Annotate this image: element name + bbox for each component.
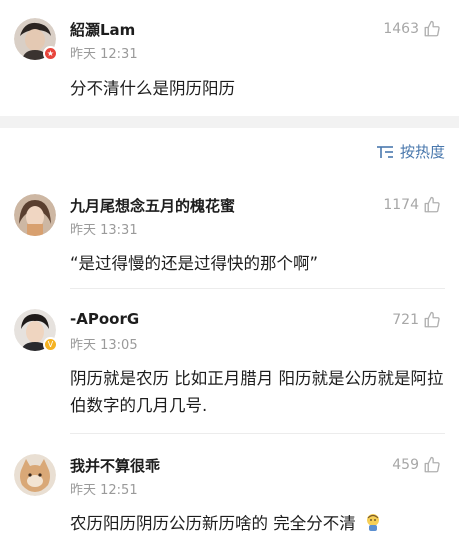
like-count: 459 <box>392 457 419 473</box>
username[interactable]: 九月尾想念五月的槐花蜜 <box>70 195 235 216</box>
avatar[interactable]: V <box>14 309 58 352</box>
divider <box>70 288 445 289</box>
divider <box>70 433 445 434</box>
avatar-image <box>14 194 56 236</box>
like-count: 1174 <box>383 197 419 213</box>
section-divider <box>0 116 459 128</box>
comment-text: 农历阳历阴历公历新历啥的 完全分不清 <box>70 510 445 537</box>
thumbs-up-icon <box>424 311 440 328</box>
thumbs-up-icon <box>424 456 440 473</box>
thumbs-up-icon <box>424 20 440 37</box>
avatar-image <box>14 454 56 496</box>
timestamp: 昨天 13:05 <box>70 338 138 353</box>
like-count: 1463 <box>383 21 419 37</box>
confused-emoji-icon <box>367 514 379 531</box>
thumbs-up-icon <box>424 196 440 213</box>
comment-text: 分不清什么是阴历阳历 <box>70 79 235 98</box>
comment-text: 阴历就是农历 比如正月腊月 阳历就是公历就是阿拉伯数字的几月几号. <box>70 369 444 415</box>
avatar[interactable] <box>14 454 56 496</box>
like-button[interactable]: 1174 <box>383 196 441 214</box>
username[interactable]: 我并不算很乖 <box>70 455 160 476</box>
list-item: 九月尾想念五月的槐花蜜 昨天 13:31 1174 “是过得慢的还是过得快的那个… <box>0 180 459 288</box>
like-count: 721 <box>392 312 419 328</box>
username[interactable]: -APoorG <box>70 310 139 328</box>
list-item: V -APoorG 昨天 13:05 721 阴历就是农历 比如正月腊月 阳历就… <box>0 295 459 433</box>
timestamp: 昨天 12:51 <box>70 483 138 498</box>
avatar[interactable] <box>14 194 56 236</box>
sort-button[interactable]: 按热度 <box>376 141 445 162</box>
comment-text-content: 农历阳历阴历公历新历啥的 完全分不清 <box>70 514 356 533</box>
avatar[interactable]: ★ <box>14 18 58 61</box>
sort-label: 按热度 <box>399 143 445 161</box>
verified-red-badge: ★ <box>43 46 58 61</box>
timestamp: 昨天 13:31 <box>70 223 138 238</box>
comment-text: “是过得慢的还是过得快的那个啊” <box>70 254 319 273</box>
top-comment: ★ 紹灝Lam 昨天 12:31 1463 分不清什么是阴历阳历 <box>0 0 459 116</box>
sort-icon <box>376 145 393 158</box>
like-button[interactable]: 721 <box>392 311 441 329</box>
list-item: 我并不算很乖 昨天 12:51 459 农历阳历阴历公历新历啥的 完全分不清 <box>0 440 459 545</box>
like-button[interactable]: 459 <box>392 456 441 474</box>
timestamp: 昨天 12:31 <box>70 47 138 62</box>
username[interactable]: 紹灝Lam <box>70 19 135 40</box>
verified-gold-badge: V <box>43 337 58 352</box>
like-button[interactable]: 1463 <box>383 20 441 38</box>
